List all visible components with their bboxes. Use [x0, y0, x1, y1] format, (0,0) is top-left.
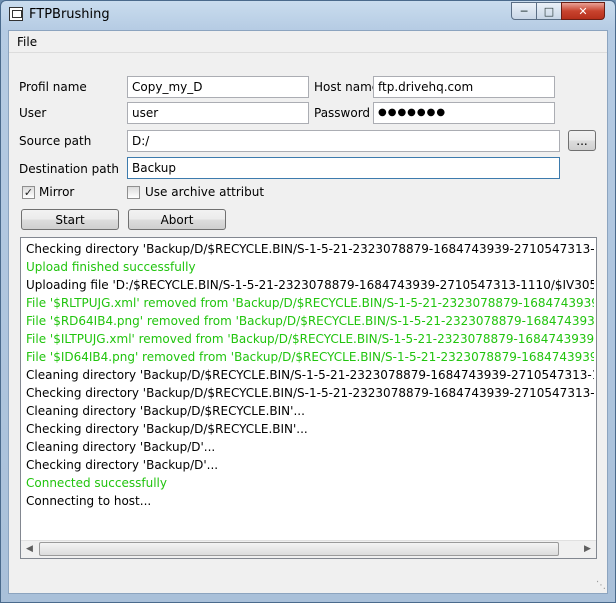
- menu-bar: File: [9, 31, 607, 53]
- scroll-thumb[interactable]: [39, 542, 559, 556]
- log-line: Checking directory 'Backup/D/$RECYCLE.BI…: [26, 386, 594, 400]
- minimize-icon: ─: [520, 4, 528, 18]
- mirror-checkbox[interactable]: ✓: [22, 186, 35, 199]
- horizontal-scrollbar[interactable]: ◀ ▶: [21, 540, 596, 558]
- log-line: Cleaning directory 'Backup/D'...: [26, 440, 216, 454]
- host-name-input[interactable]: [373, 76, 555, 98]
- log-line: Upload finished successfully: [26, 260, 196, 274]
- log-line: Cleaning directory 'Backup/D/$RECYCLE.BI…: [26, 368, 594, 382]
- log-line: Checking directory 'Backup/D/$RECYCLE.BI…: [26, 242, 594, 256]
- start-button[interactable]: Start: [21, 209, 119, 230]
- log-line: File '$ID64IB4.png' removed from 'Backup…: [26, 350, 594, 364]
- browse-button[interactable]: ...: [568, 130, 596, 151]
- destination-path-input[interactable]: [127, 157, 560, 179]
- log-line: Uploading file 'D:/$RECYCLE.BIN/S-1-5-21…: [26, 278, 594, 292]
- checkmark-icon: ✓: [23, 186, 34, 199]
- log-line: Connecting to host...: [26, 494, 152, 508]
- abort-button[interactable]: Abort: [128, 209, 226, 230]
- close-icon: ✕: [578, 4, 588, 18]
- source-path-label: Source path: [19, 134, 92, 148]
- password-label: Password: [314, 106, 371, 120]
- password-input[interactable]: ●●●●●●●: [373, 102, 555, 124]
- scroll-left-icon[interactable]: ◀: [21, 541, 38, 557]
- source-path-input[interactable]: [127, 130, 560, 152]
- maximize-icon: □: [543, 4, 555, 18]
- minimize-button[interactable]: ─: [511, 2, 537, 20]
- scroll-right-icon[interactable]: ▶: [579, 541, 596, 557]
- menu-file[interactable]: File: [17, 35, 37, 49]
- app-icon: [9, 7, 23, 21]
- log-line: Checking directory 'Backup/D'...: [26, 458, 219, 472]
- log-line: Checking directory 'Backup/D/$RECYCLE.BI…: [26, 422, 308, 436]
- app-window: FTPBrushing ─ □ ✕ File Profil name Host …: [0, 0, 616, 603]
- user-input[interactable]: [127, 102, 309, 124]
- log-list[interactable]: Checking directory 'Backup/D/$RECYCLE.BI…: [20, 237, 597, 559]
- log-line: Connected successfully: [26, 476, 167, 490]
- maximize-button[interactable]: □: [536, 2, 562, 20]
- log-line: Cleaning directory 'Backup/D/$RECYCLE.BI…: [26, 404, 305, 418]
- log-line: File '$ILTPUJG.xml' removed from 'Backup…: [26, 332, 594, 346]
- user-label: User: [19, 106, 47, 120]
- log-line: File '$RD64IB4.png' removed from 'Backup…: [26, 314, 594, 328]
- archive-label: Use archive attribut: [145, 185, 265, 199]
- mirror-label: Mirror: [39, 185, 75, 199]
- resize-grip-icon[interactable]: ⋱: [594, 580, 606, 592]
- profil-name-label: Profil name: [19, 80, 87, 94]
- window-title: FTPBrushing: [29, 7, 110, 22]
- archive-checkbox[interactable]: [127, 186, 140, 199]
- close-button[interactable]: ✕: [561, 2, 605, 20]
- destination-path-label: Destination path: [19, 162, 119, 176]
- host-name-label: Host name: [314, 80, 380, 94]
- client-area: File Profil name Host name User Password…: [8, 30, 608, 594]
- log-lines: Checking directory 'Backup/D/$RECYCLE.BI…: [26, 240, 594, 510]
- profil-name-input[interactable]: [127, 76, 309, 98]
- log-line: File '$RLTPUJG.xml' removed from 'Backup…: [26, 296, 594, 310]
- title-bar[interactable]: FTPBrushing ─ □ ✕: [1, 1, 615, 29]
